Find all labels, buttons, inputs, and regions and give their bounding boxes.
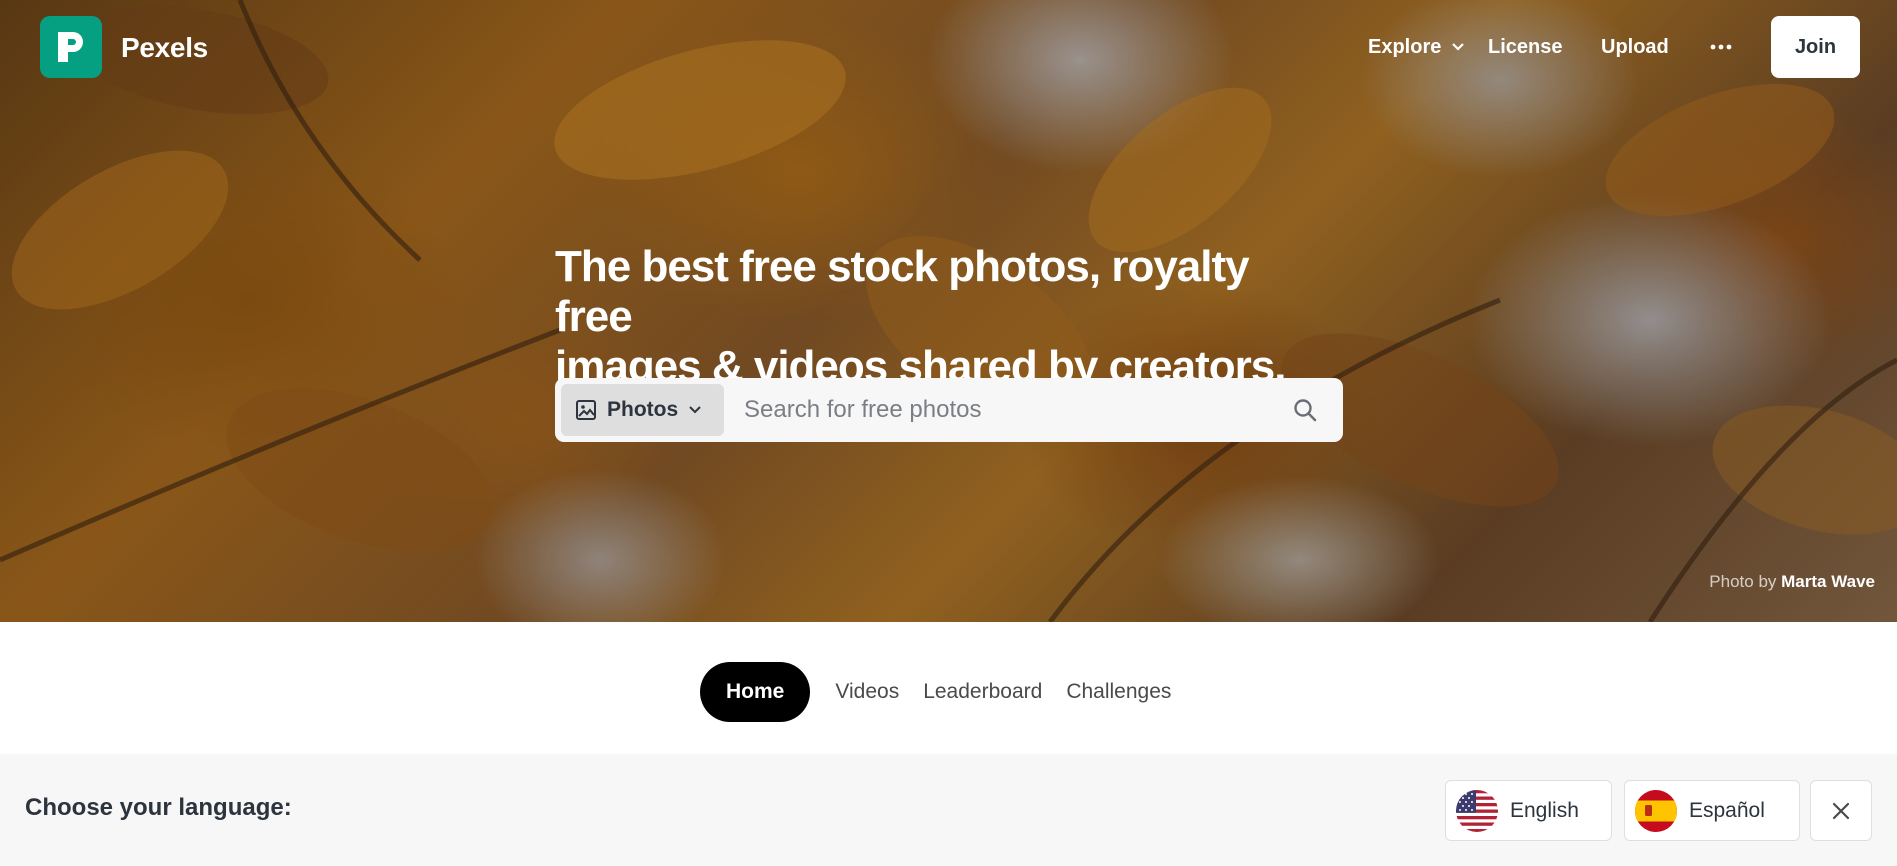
close-icon	[1832, 802, 1850, 819]
nav-explore-label: Explore	[1368, 35, 1442, 58]
nav-license[interactable]: License	[1488, 34, 1562, 60]
search-type-dropdown[interactable]: Photos	[561, 384, 724, 436]
language-spanish-button[interactable]: Español	[1624, 780, 1800, 841]
nav-explore[interactable]: Explore	[1368, 34, 1465, 60]
tab-videos[interactable]: Videos	[823, 662, 911, 722]
main-tabs: Home Videos Leaderboard Challenges	[700, 662, 1183, 722]
search-icon	[1294, 399, 1317, 422]
tab-home[interactable]: Home	[700, 662, 811, 722]
tab-leaderboard[interactable]: Leaderboard	[911, 662, 1054, 722]
search-bar: Photos	[555, 378, 1343, 442]
search-input[interactable]	[744, 384, 1275, 436]
hero-headline: The best free stock photos, royalty free…	[555, 242, 1315, 392]
tab-challenges[interactable]: Challenges	[1054, 662, 1183, 722]
pexels-logo-icon	[58, 32, 83, 62]
brand-name[interactable]: Pexels	[121, 32, 208, 64]
close-language-banner-button[interactable]	[1810, 780, 1872, 841]
join-button[interactable]: Join	[1771, 16, 1860, 78]
chevron-down-icon	[1452, 43, 1465, 51]
nav-more-button[interactable]	[1709, 34, 1733, 60]
hero-headline-line1: The best free stock photos, royalty free	[555, 242, 1250, 341]
search-button[interactable]	[1275, 384, 1335, 436]
photo-credit: Photo by Marta Wave	[1709, 572, 1875, 592]
language-english-label: English	[1510, 798, 1579, 822]
photo-credit-author[interactable]: Marta Wave	[1781, 572, 1875, 591]
photo-credit-prefix: Photo by	[1709, 572, 1777, 591]
es-flag-icon	[1635, 789, 1677, 832]
language-spanish-label: Español	[1689, 798, 1765, 822]
ellipsis-icon	[1710, 44, 1732, 50]
language-english-button[interactable]: English	[1445, 780, 1612, 841]
nav-upload[interactable]: Upload	[1601, 34, 1669, 60]
image-icon	[576, 400, 596, 420]
us-flag-icon	[1456, 789, 1498, 832]
language-banner-title: Choose your language:	[25, 794, 292, 821]
search-type-label: Photos	[607, 398, 679, 421]
chevron-down-icon	[689, 406, 701, 414]
pexels-logo[interactable]	[40, 16, 102, 78]
